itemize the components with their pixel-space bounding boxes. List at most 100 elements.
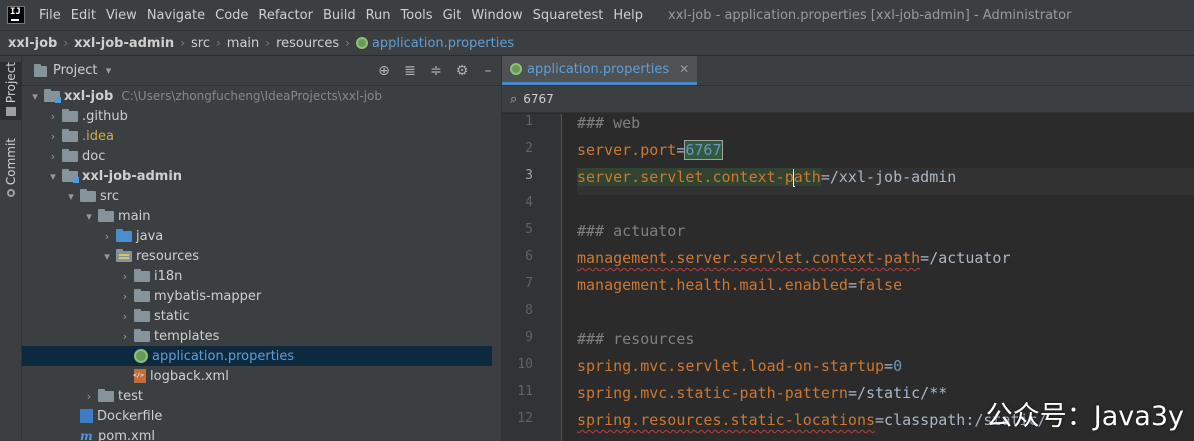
breadcrumb-separator-icon: › xyxy=(180,36,185,50)
tree-item-github[interactable]: › .github xyxy=(22,106,492,126)
properties-file-icon xyxy=(355,37,368,49)
code-key: management.health.mail.enabled xyxy=(577,276,848,294)
editor-pane: application.properties ✕ ⌕ 6767 1 2 3 4 … xyxy=(501,56,1194,441)
line-number: 7 xyxy=(525,276,533,291)
chevron-right-icon[interactable]: › xyxy=(118,290,132,303)
menu-code[interactable]: Code xyxy=(210,8,253,23)
tree-item-templates[interactable]: › templates xyxy=(22,326,492,346)
chevron-right-icon[interactable]: › xyxy=(118,310,132,323)
breadcrumb-item-root[interactable]: xxl-job xyxy=(8,36,57,51)
tree-item-doc[interactable]: › doc xyxy=(22,146,492,166)
breadcrumb-item-module[interactable]: xxl-job-admin xyxy=(74,36,174,51)
menu-file[interactable]: File xyxy=(34,8,66,23)
code-comment: ### resources xyxy=(577,330,695,348)
folder-icon xyxy=(134,269,150,282)
chevron-right-icon[interactable]: › xyxy=(82,390,96,403)
menu-run[interactable]: Run xyxy=(361,8,396,23)
breadcrumb-separator-icon: › xyxy=(215,36,221,50)
folder-icon xyxy=(62,129,78,142)
tree-item-mybatis-mapper[interactable]: › mybatis-mapper xyxy=(22,286,492,306)
code-value: /static/** xyxy=(856,384,948,402)
menu-squaretest[interactable]: Squaretest xyxy=(528,8,609,23)
gear-icon[interactable]: ⚙ xyxy=(453,62,471,80)
line-number-current: 3 xyxy=(525,168,533,183)
chevron-right-icon[interactable]: › xyxy=(100,230,114,243)
locate-file-icon[interactable]: ⊕ xyxy=(375,62,393,80)
tree-item-logback-xml[interactable]: logback.xml xyxy=(22,366,492,386)
menu-view[interactable]: View xyxy=(101,8,142,23)
code-line-current: server.servlet.context-path=/xxl-job-adm… xyxy=(577,168,1194,195)
breadcrumb-separator-icon: › xyxy=(63,36,69,50)
project-path: C:\Users\zhongfucheng\IdeaProjects\xxl-j… xyxy=(121,89,382,103)
editor-tab-label: application.properties xyxy=(527,61,670,77)
tool-window-commit-tab[interactable]: Commit xyxy=(0,138,22,201)
chevron-down-icon[interactable]: ▾ xyxy=(101,64,115,77)
menu-build[interactable]: Build xyxy=(318,8,361,23)
tree-item-static[interactable]: › static xyxy=(22,306,492,326)
tree-item-src[interactable]: ▾ src xyxy=(22,186,492,206)
chevron-down-icon[interactable]: ▾ xyxy=(28,90,42,103)
menu-git[interactable]: Git xyxy=(438,8,467,23)
tree-item-label: i18n xyxy=(154,268,183,284)
folder-icon xyxy=(62,149,78,162)
tree-item-label: xxl-job xyxy=(64,88,114,104)
breadcrumb-item-main[interactable]: main xyxy=(227,36,259,51)
chevron-right-icon[interactable]: › xyxy=(46,150,60,163)
breadcrumb-item-file[interactable]: application.properties xyxy=(355,36,514,51)
docker-file-icon xyxy=(80,409,93,423)
code-line: ### resources xyxy=(577,330,1194,357)
chevron-down-icon[interactable]: ▾ xyxy=(46,170,60,183)
tree-item-dockerfile[interactable]: Dockerfile xyxy=(22,406,492,426)
line-number: 10 xyxy=(517,357,533,372)
code-equals: = xyxy=(875,411,885,429)
tree-item-label: java xyxy=(136,228,164,244)
editor-tab-bar: application.properties ✕ xyxy=(502,56,1194,86)
properties-file-icon xyxy=(134,349,148,363)
line-number: 1 xyxy=(525,114,533,129)
tree-item-resources[interactable]: ▾ resources xyxy=(22,246,492,266)
tree-item-idea[interactable]: › .idea xyxy=(22,126,492,146)
chevron-down-icon[interactable]: ▾ xyxy=(100,250,114,263)
chevron-right-icon[interactable]: › xyxy=(46,110,60,123)
close-icon[interactable]: ✕ xyxy=(679,62,689,76)
code-comment: ### web xyxy=(577,114,641,132)
menu-refactor[interactable]: Refactor xyxy=(253,8,318,23)
search-input[interactable]: 6767 xyxy=(523,92,554,106)
menu-navigate[interactable]: Navigate xyxy=(142,8,210,23)
expand-all-icon[interactable]: ≣ xyxy=(401,62,419,80)
code-comment: ### actuator xyxy=(577,222,686,240)
chevron-right-icon[interactable]: › xyxy=(118,330,132,343)
chevron-down-icon[interactable]: ▾ xyxy=(64,190,78,203)
tool-window-project-tab[interactable]: Project xyxy=(0,62,22,121)
breadcrumb-item-resources[interactable]: resources xyxy=(276,36,339,51)
tree-item-i18n[interactable]: › i18n xyxy=(22,266,492,286)
tree-item-java[interactable]: › java xyxy=(22,226,492,246)
chevron-right-icon[interactable]: › xyxy=(46,130,60,143)
code-line: spring.mvc.servlet.load-on-startup=0 xyxy=(577,357,1194,384)
tree-item-test[interactable]: › test xyxy=(22,386,492,406)
breadcrumb-separator-icon: › xyxy=(265,36,271,50)
breadcrumb-item-src[interactable]: src xyxy=(191,36,210,51)
hide-icon[interactable]: – xyxy=(479,62,497,80)
chevron-right-icon[interactable]: › xyxy=(118,270,132,283)
code-area[interactable]: 1 2 3 4 5 6 7 8 9 10 11 12 ### web serve… xyxy=(502,114,1194,441)
commit-icon xyxy=(7,189,15,198)
menu-edit[interactable]: Edit xyxy=(66,8,101,23)
menu-help[interactable]: Help xyxy=(608,8,648,23)
code-line: ### actuator xyxy=(577,222,1194,249)
tree-item-pom-xml[interactable]: m pom.xml xyxy=(22,426,492,441)
project-panel-title[interactable]: Project xyxy=(53,63,97,78)
chevron-down-icon[interactable]: ▾ xyxy=(82,210,96,223)
editor-tab-application-properties[interactable]: application.properties ✕ xyxy=(502,56,698,85)
tree-item-label: resources xyxy=(136,248,200,264)
menu-tools[interactable]: Tools xyxy=(396,8,438,23)
tree-item-main[interactable]: ▾ main xyxy=(22,206,492,226)
tree-item-xxl-job-admin[interactable]: ▾ xxl-job-admin xyxy=(22,166,492,186)
tree-item-xxl-job[interactable]: ▾ xxl-job C:\Users\zhongfucheng\IdeaProj… xyxy=(22,86,492,106)
module-folder-icon xyxy=(44,89,61,103)
tree-item-application-properties[interactable]: application.properties xyxy=(22,346,492,366)
line-number: 2 xyxy=(525,141,533,156)
collapse-all-icon[interactable]: ≑ xyxy=(427,62,445,80)
menu-window[interactable]: Window xyxy=(466,8,527,23)
